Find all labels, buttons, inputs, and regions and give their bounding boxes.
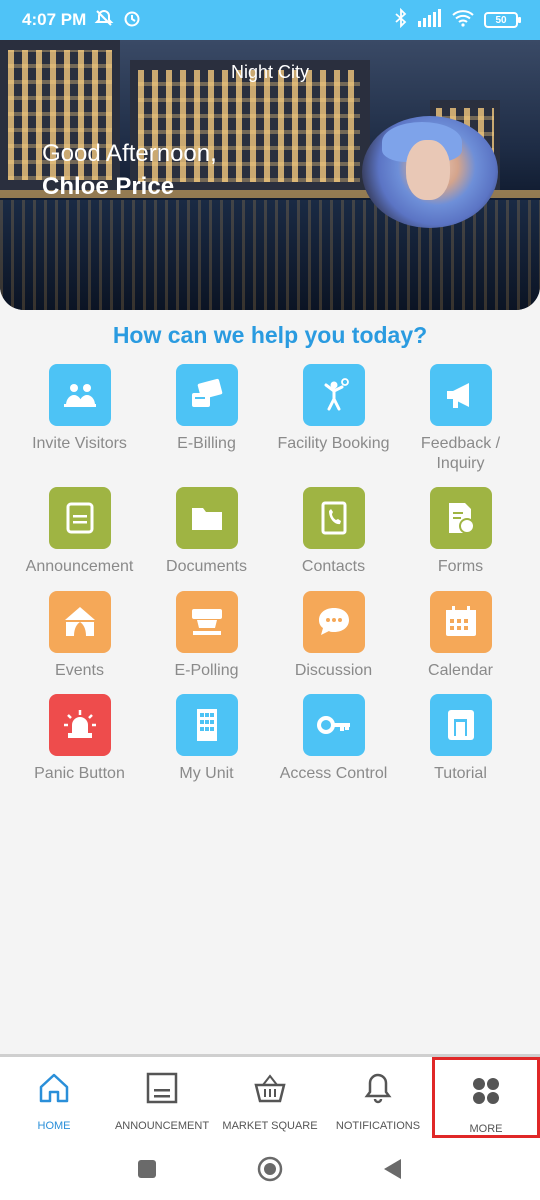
service-forms[interactable]: Forms [397,487,524,577]
service-label: Panic Button [34,765,125,782]
tutorial-book-icon [429,694,492,756]
siren-icon [48,694,111,756]
service-discussion[interactable]: Discussion [270,591,397,681]
recent-apps-button[interactable] [133,1155,161,1183]
service-feedback-inquiry[interactable]: Feedback / Inquiry [397,364,524,474]
nav-home[interactable]: HOME [0,1057,108,1138]
service-my-unit[interactable]: My Unit [143,694,270,784]
service-label: Events [55,662,104,679]
page-headline: How can we help you today? [112,322,428,348]
bell-icon [361,1071,395,1108]
service-panic-button[interactable]: Panic Button [16,694,143,784]
billing-card-icon [175,364,238,426]
nav-market-square-label: MARKET SQUARE [222,1120,318,1132]
service-label: Discussion [294,662,373,679]
service-label: Invite Visitors [32,435,127,452]
service-documents[interactable]: Documents [143,487,270,577]
building-icon [175,694,238,756]
service-label: E-Billing [177,435,236,452]
nav-announcement-label: ANNOUNCEMENT [114,1120,210,1132]
hero-banner: Night City Good Afternoon, Chloe Price [0,40,540,310]
mute-icon [94,8,114,33]
bottom-nav: HOME ANNOUNCEMENT MARKET SQUARE NOTIFICA… [0,1054,540,1138]
service-label: Calendar [428,662,493,679]
service-label: Forms [437,558,484,575]
greeting-text: Good Afternoon, [42,140,217,167]
ballot-icon [175,591,238,653]
status-time: 4:07 PM [22,10,87,29]
bluetooth-icon [394,7,408,33]
service-label: Tutorial [434,765,487,782]
service-label: E-Polling [174,662,239,679]
service-label: Announcement [25,558,134,575]
announcement-icon [48,487,111,549]
nav-notifications-label: NOTIFICATIONS [335,1120,421,1132]
service-label: My Unit [179,765,234,782]
status-bar: 4:07 PM 50 [0,0,540,40]
nav-more-label: MORE [469,1123,503,1135]
service-label: Documents [166,558,247,575]
folder-icon [175,487,238,549]
alarm-icon [122,8,142,33]
more-grid-icon [469,1074,503,1111]
nav-more[interactable]: MORE [432,1057,540,1138]
tent-icon [48,591,111,653]
service-tutorial[interactable]: Tutorial [397,694,524,784]
megaphone-icon [429,364,492,426]
service-label: Access Control [279,765,388,782]
service-contacts[interactable]: Contacts [270,487,397,577]
wifi-icon [452,9,474,32]
badminton-player-icon [302,364,365,426]
signal-icon [418,8,442,32]
service-calendar[interactable]: Calendar [397,591,524,681]
service-invite-visitors[interactable]: Invite Visitors [16,364,143,454]
service-e-polling[interactable]: E-Polling [143,591,270,681]
chat-bubble-icon [302,591,365,653]
system-home-button[interactable] [256,1155,284,1183]
key-icon [302,694,365,756]
system-nav-bar [0,1138,540,1200]
calendar-icon [429,591,492,653]
avatar[interactable] [362,116,498,228]
back-button[interactable] [379,1155,407,1183]
service-access-control[interactable]: Access Control [270,694,397,784]
phone-book-icon [302,487,365,549]
basket-icon [253,1071,287,1108]
home-icon [37,1071,71,1108]
service-facility-booking[interactable]: Facility Booking [270,364,397,454]
form-icon [429,487,492,549]
nav-home-label: HOME [37,1120,71,1132]
battery-icon: 50 [484,12,521,28]
service-events[interactable]: Events [16,591,143,681]
service-label: Facility Booking [277,435,390,452]
service-label: Contacts [301,558,366,575]
nav-announcement[interactable]: ANNOUNCEMENT [108,1057,216,1138]
service-label: Feedback / Inquiry [420,435,501,472]
announcement-icon [145,1071,179,1108]
service-announcement[interactable]: Announcement [16,487,143,577]
nav-notifications[interactable]: NOTIFICATIONS [324,1057,432,1138]
invite-visitors-icon [48,364,111,426]
nav-market-square[interactable]: MARKET SQUARE [216,1057,324,1138]
location-name: Night City [230,62,310,82]
service-e-billing[interactable]: E-Billing [143,364,270,454]
user-name: Chloe Price [42,173,175,200]
